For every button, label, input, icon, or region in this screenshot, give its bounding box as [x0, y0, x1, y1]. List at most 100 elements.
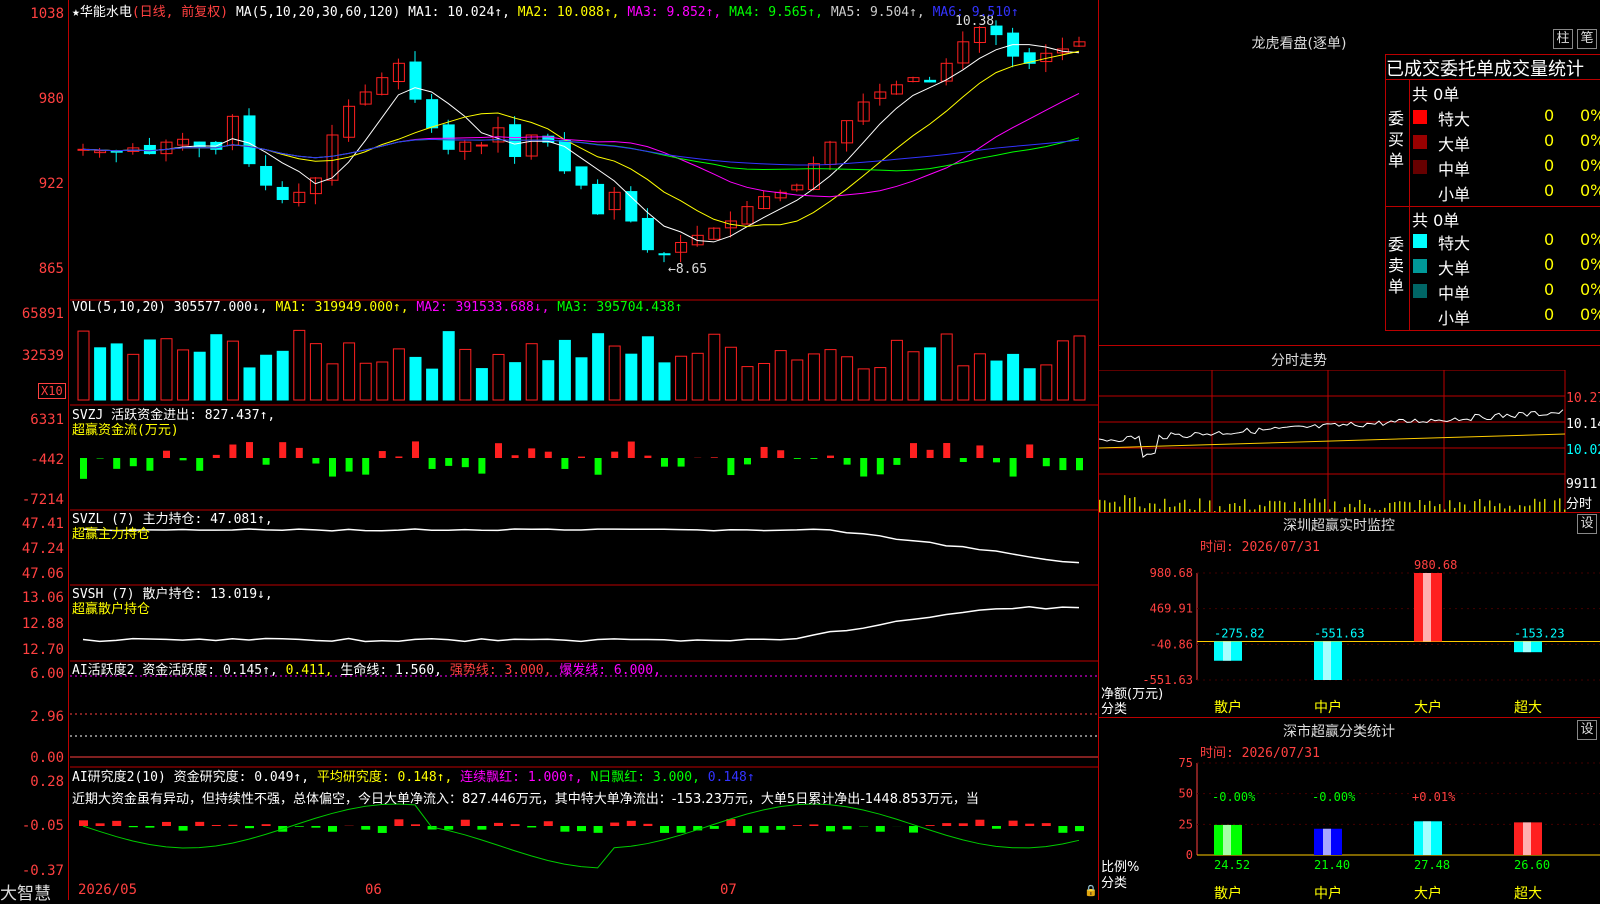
- ai-research-legend: AI研究度2(10) 资金研究度: 0.049↑, 平均研究度: 0.148↑,…: [72, 766, 755, 785]
- fund-flow-bar: [744, 458, 751, 464]
- fund-flow-bar: [113, 458, 120, 469]
- volume-bar: [410, 357, 421, 400]
- order-row-pct: 0%: [1580, 106, 1600, 125]
- volume-bar: [891, 340, 902, 400]
- ai-research-red-streak: 连续飘红: 1.000↑,: [460, 770, 582, 785]
- bar-change-label: -0.00%: [1212, 790, 1256, 804]
- chart-canvas[interactable]: [70, 0, 1098, 900]
- volume-bar: [144, 340, 155, 400]
- intraday-volume-bar: [1184, 500, 1186, 512]
- lock-icon[interactable]: 🔒: [1084, 884, 1098, 897]
- price-tick: 1038: [2, 6, 64, 22]
- svzj-tick: 6331: [2, 412, 64, 428]
- ai-active-value2: 0.411,: [286, 663, 333, 678]
- order-color-swatch: [1413, 234, 1427, 248]
- intraday-volume-bar: [1464, 504, 1466, 512]
- volume-bar: [692, 353, 703, 400]
- intraday-volume-bar: [1449, 500, 1451, 512]
- ai-research-bar: [809, 824, 818, 826]
- order-row-pct: 0%: [1580, 280, 1600, 299]
- ai-research-bar: [361, 826, 370, 830]
- ai-research-bar: [760, 826, 769, 833]
- order-row-pct: 0%: [1580, 230, 1600, 249]
- bar-highlight: [1423, 573, 1431, 641]
- ai-research-bar: [245, 826, 254, 828]
- order-row-pct: 0%: [1580, 131, 1600, 150]
- candlesticks: [78, 20, 1085, 262]
- fund-flow-bar: [860, 458, 867, 477]
- bar-highlight: [1423, 821, 1431, 855]
- column-mode-button[interactable]: 柱: [1553, 29, 1573, 49]
- ai-research-bar: [959, 823, 968, 826]
- ai-research-bar: [1058, 826, 1067, 833]
- fund-flow-bar: [727, 458, 734, 475]
- monitor-settings-button[interactable]: 设: [1577, 514, 1597, 534]
- ai-research-bar: [511, 824, 520, 826]
- volume-bar: [1024, 369, 1035, 400]
- fund-flow-bar: [993, 458, 1000, 462]
- x-label-may: 2026/05: [78, 882, 137, 898]
- bar-highlight: [1323, 641, 1331, 680]
- volume-bar: [310, 344, 321, 400]
- volume-bar: [925, 348, 936, 400]
- intraday-volume-bar: [1314, 498, 1316, 512]
- intraday-volume-bar: [1359, 500, 1361, 512]
- intraday-volume-bar: [1304, 499, 1306, 512]
- fund-flow-bar: [296, 448, 303, 458]
- tick-mode-button[interactable]: 笔: [1577, 29, 1597, 49]
- ai-research-bar: [594, 826, 603, 833]
- intraday-volume-bar: [1309, 503, 1311, 512]
- fund-flow-bar: [462, 458, 469, 467]
- ma5-value: MA5: 9.504↑,: [831, 5, 925, 20]
- fund-flow-bar: [312, 458, 319, 464]
- intraday-volume-bar: [1489, 500, 1491, 512]
- ma6-value: MA6: 9.510↑: [933, 5, 1019, 20]
- ai-research-bar: [926, 825, 935, 826]
- fund-flow-bar: [777, 450, 784, 458]
- monitor-chart: 980.68469.91-40.86-551.63-275.82散户-551.6…: [1099, 555, 1600, 715]
- bar-value-label: 27.48: [1414, 858, 1450, 872]
- volume-bar: [360, 363, 371, 400]
- ai-research-avg: 平均研究度: 0.148↑,: [317, 770, 452, 785]
- order-color-swatch: [1413, 110, 1427, 124]
- order-row-value: 0: [1544, 181, 1554, 200]
- dt-divider: [1385, 79, 1600, 80]
- intraday-volume-bar: [1539, 502, 1541, 512]
- order-row-pct: 0%: [1580, 181, 1600, 200]
- fund-flow-bar: [1043, 458, 1050, 466]
- candle-body: [642, 218, 653, 249]
- ai-comment: 近期大资金虽有异动，但持续性不强，总体偏空，今日大单净流入：827.446万元，…: [72, 788, 1096, 807]
- bar-axis-tick: 50: [1179, 787, 1193, 801]
- intraday-volume-bar: [1244, 499, 1246, 512]
- fund-flow-bar: [246, 442, 253, 458]
- ai-research-bar: [843, 826, 852, 829]
- fund-flow-bar: [1059, 458, 1066, 470]
- price-tick: 980: [2, 91, 64, 107]
- dt-inner-border: [1409, 80, 1410, 330]
- fund-flow-bar: [130, 458, 137, 466]
- buy-orders-label: 委买单: [1388, 108, 1406, 171]
- svsh-subtitle: 超赢散户持仓: [72, 598, 150, 617]
- volume-bar: [294, 330, 305, 400]
- intraday-volume-bar: [1294, 502, 1296, 512]
- volume-bar: [227, 341, 238, 400]
- intraday-chart[interactable]: [1099, 370, 1600, 512]
- class-divider: [1099, 717, 1600, 718]
- fund-flow-bar: [976, 445, 983, 458]
- dt-subtitle: 已成交委托单成交量统计: [1386, 55, 1584, 81]
- class-settings-button[interactable]: 设: [1577, 720, 1597, 740]
- stock-title[interactable]: ★华能水电: [72, 5, 132, 20]
- intraday-volume-bar: [1409, 502, 1411, 512]
- monitor-title: 深圳超赢实时监控: [1099, 515, 1579, 535]
- volume-bar: [725, 347, 736, 400]
- ma3-value: MA3: 9.852↑,: [627, 5, 721, 20]
- period-label[interactable]: (日线, 前复权): [132, 5, 228, 20]
- order-row-value: 0: [1544, 305, 1554, 324]
- intraday-volume-bar: [1179, 503, 1181, 512]
- bar-category-label: 超大: [1514, 886, 1542, 900]
- volume-bar: [178, 350, 189, 400]
- ma2-value: MA2: 10.088↑,: [518, 5, 620, 20]
- intraday-volume-bar: [1429, 501, 1431, 512]
- fund-flow-bar: [146, 458, 153, 471]
- ai-research-bar: [942, 823, 951, 826]
